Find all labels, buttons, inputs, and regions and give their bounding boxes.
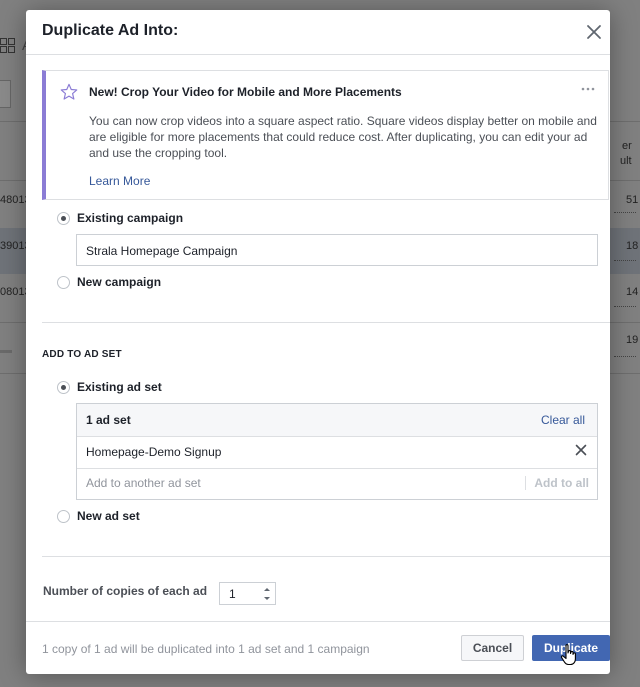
existing-campaign-radio[interactable] — [57, 212, 70, 225]
ad-set-item-name: Homepage-Demo Signup — [86, 445, 222, 459]
background-number: 18 — [626, 240, 639, 252]
background-dots — [614, 356, 636, 357]
background-divider — [0, 373, 26, 374]
campaign-value: Strala Homepage Campaign — [86, 244, 238, 258]
ad-set-selector-header: 1 ad set Clear all — [77, 404, 597, 437]
background-dots — [614, 260, 636, 261]
star-icon — [60, 83, 78, 100]
ad-set-item: Homepage-Demo Signup — [77, 436, 597, 469]
ad-set-section-title: ADD TO AD SET — [42, 349, 122, 360]
existing-ad-set-label[interactable]: Existing ad set — [77, 380, 162, 394]
duplicate-summary: 1 copy of 1 ad will be duplicated into 1… — [42, 642, 370, 656]
new-campaign-radio[interactable] — [57, 276, 70, 289]
section-divider — [42, 556, 610, 557]
notice-title: New! Crop Your Video for Mobile and More… — [89, 85, 402, 99]
decrement-icon[interactable] — [259, 594, 275, 604]
ad-set-count: 1 ad set — [86, 413, 131, 427]
add-ad-set-input[interactable] — [78, 471, 524, 495]
notice-body: You can now crop videos into a square as… — [89, 114, 597, 160]
close-icon[interactable] — [584, 22, 604, 42]
grid-view-icon — [0, 38, 15, 53]
copies-stepper — [219, 582, 276, 605]
dialog-footer: 1 copy of 1 ad will be duplicated into 1… — [26, 621, 610, 674]
background-divider — [0, 180, 26, 181]
background-divider — [0, 322, 26, 323]
background-number: 14 — [626, 286, 639, 298]
new-ad-set-label[interactable]: New ad set — [77, 509, 140, 523]
background-divider — [610, 373, 640, 374]
increment-icon[interactable] — [259, 584, 275, 594]
background-divider — [610, 322, 640, 323]
ad-set-selector: 1 ad set Clear all Homepage-Demo Signup … — [76, 403, 598, 500]
add-to-all-button[interactable]: Add to all — [525, 476, 589, 490]
background-header: er — [622, 140, 632, 152]
background-dots — [614, 306, 636, 307]
learn-more-link[interactable]: Learn More — [89, 174, 150, 188]
background-divider — [610, 121, 640, 122]
cancel-button[interactable]: Cancel — [461, 635, 524, 661]
new-ad-set-radio[interactable] — [57, 510, 70, 523]
copies-label: Number of copies of each ad — [43, 584, 208, 598]
existing-ad-set-radio[interactable] — [57, 381, 70, 394]
background-number: 51 — [626, 194, 639, 206]
background-bar — [0, 350, 12, 353]
duplicate-ad-dialog: Duplicate Ad Into: New! Crop Your Video … — [26, 10, 610, 674]
video-crop-notice: New! Crop Your Video for Mobile and More… — [42, 70, 609, 200]
background-number: 19 — [626, 334, 639, 346]
remove-ad-set-icon[interactable] — [575, 444, 587, 456]
background-header: ult — [620, 155, 632, 167]
dialog-title: Duplicate Ad Into: — [42, 22, 179, 39]
hand-cursor-icon — [560, 644, 576, 666]
new-campaign-label[interactable]: New campaign — [77, 275, 161, 289]
background-input — [0, 80, 11, 108]
add-ad-set-row: Add to all — [77, 469, 597, 499]
background-divider — [610, 180, 640, 181]
campaign-field[interactable]: Strala Homepage Campaign — [76, 234, 598, 266]
background-divider — [0, 121, 26, 122]
more-options-icon[interactable] — [580, 83, 596, 95]
section-divider — [42, 322, 610, 323]
clear-all-link[interactable]: Clear all — [541, 413, 585, 427]
existing-campaign-label[interactable]: Existing campaign — [77, 211, 183, 225]
background-dots — [614, 212, 636, 213]
dialog-header: Duplicate Ad Into: — [26, 10, 610, 55]
